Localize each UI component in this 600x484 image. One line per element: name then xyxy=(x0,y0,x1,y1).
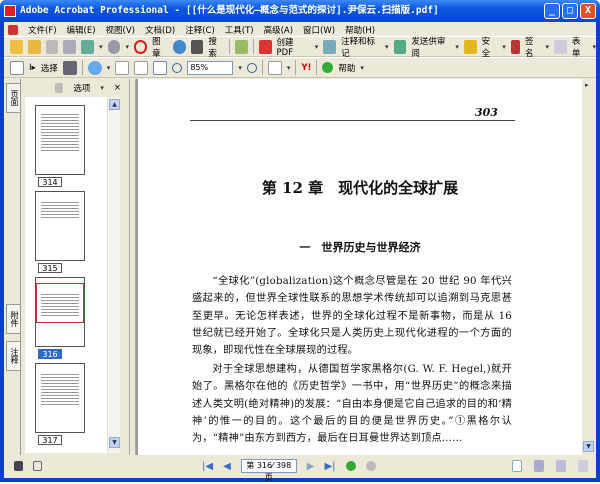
comment-markup-button[interactable]: 注释和标记 xyxy=(341,35,380,59)
search-button[interactable]: 搜索 xyxy=(208,35,224,59)
panel-splitter[interactable] xyxy=(129,79,136,455)
attach-icon[interactable] xyxy=(107,39,121,54)
first-page-button[interactable]: |◀ xyxy=(202,461,213,472)
page-number: 303 xyxy=(475,106,498,119)
review-icon xyxy=(393,39,407,54)
create-pdf-icon xyxy=(258,39,272,54)
page-size-icon[interactable] xyxy=(33,461,42,471)
rotate-view-icon[interactable] xyxy=(267,60,282,75)
yahoo-icon[interactable]: Y! xyxy=(301,63,311,73)
window-title: Adobe Acrobat Professional - [[什么是现代化—概念… xyxy=(20,5,439,16)
next-page-button[interactable]: ▶ xyxy=(307,461,315,472)
zoom-out-icon[interactable] xyxy=(172,62,183,73)
pdf-doc-icon xyxy=(8,24,18,35)
previous-page-button[interactable]: ◀ xyxy=(223,461,231,472)
main-toolbar: ▾ ▾ 图章 搜索 创建 PDF ▾ 注释和标记 ▾ 发送供审阅 ▾ 安全 ▾ 签名 ▾ … xyxy=(4,35,596,59)
tab-comments[interactable]: 注释 xyxy=(6,341,20,371)
snapshot-icon[interactable] xyxy=(62,60,77,75)
pen-icon xyxy=(510,39,520,54)
chapter-title: 第 12 章 现代化的全球扩展 xyxy=(261,179,459,197)
maximize-button[interactable]: □ xyxy=(562,3,578,19)
thumbnail-label: 317 xyxy=(38,435,62,445)
lock-icon xyxy=(463,39,477,54)
select-tool-icon: I▸ xyxy=(29,62,36,73)
web-icon[interactable] xyxy=(172,39,186,54)
thumbnail-label: 315 xyxy=(38,263,62,273)
minimize-button[interactable]: _ xyxy=(544,3,560,19)
paragraph: “全球化”(globalization)这个概念尽管是在 20 世纪 90 年代… xyxy=(192,276,512,357)
zoom-in-tool-icon[interactable] xyxy=(87,60,102,75)
close-button[interactable]: X xyxy=(580,3,596,19)
title-bar: Adobe Acrobat Professional - [[什么是现代化—概念… xyxy=(0,0,600,22)
actual-size-icon[interactable] xyxy=(115,60,130,75)
paragraph: 对于全球思想建构，从德国哲学家黑格尔(G. W. F. Hegel,)就开始了。… xyxy=(192,364,512,445)
page-layout-icon[interactable] xyxy=(14,461,23,471)
facing-icon[interactable] xyxy=(578,460,588,472)
single-page-icon[interactable] xyxy=(512,460,522,472)
help-icon xyxy=(322,62,334,73)
page-thumbnail-selected[interactable] xyxy=(35,277,85,347)
view-toolbar: I▸ 选择 ▾ 85% ▾ ▾ Y! 帮助 ▾ xyxy=(4,57,596,78)
page-number-input[interactable]: 第 316⁄ 398 页 xyxy=(240,459,297,482)
fit-width-icon[interactable] xyxy=(153,60,168,75)
pdf-page: 303 第 12 章 现代化的全球扩展 一 世界历史与世界经济 “全球化”(gl… xyxy=(140,79,580,455)
panel-close-button[interactable]: × xyxy=(114,83,121,93)
trash-icon[interactable] xyxy=(55,82,64,93)
previous-view-icon[interactable] xyxy=(345,461,356,471)
document-view: 303 第 12 章 现代化的全球扩展 一 世界历史与世界经济 “全球化”(gl… xyxy=(136,79,582,455)
thumbnail-list: 314 315 316 317 ▲ ▼ xyxy=(25,97,120,453)
zoom-in-icon[interactable] xyxy=(246,62,257,73)
select-tool-button[interactable]: 选择 xyxy=(41,62,58,74)
acrobat-window: Adobe Acrobat Professional - [[什么是现代化—概念… xyxy=(0,0,600,482)
document-scrollbar[interactable]: ▸ ▼ xyxy=(582,79,596,455)
page-thumbnail[interactable] xyxy=(35,105,85,175)
open-icon[interactable] xyxy=(10,39,23,54)
binoculars-icon xyxy=(190,39,204,54)
hand-tool-icon[interactable] xyxy=(10,60,24,75)
forms-icon xyxy=(554,39,567,54)
menu-advanced[interactable]: 高级(A) xyxy=(264,24,293,36)
tab-attachments[interactable]: 附件 xyxy=(6,304,20,334)
help-button[interactable]: 帮助 xyxy=(338,62,355,74)
next-view-icon[interactable] xyxy=(365,461,376,471)
stamp-icon xyxy=(134,39,148,54)
menu-edit[interactable]: 编辑(E) xyxy=(67,24,96,36)
last-page-button[interactable]: ▶| xyxy=(324,461,335,472)
create-pdf-button[interactable]: 创建 PDF xyxy=(277,36,310,58)
email-icon[interactable] xyxy=(81,39,95,54)
section-title: 一 世界历史与世界经济 xyxy=(299,241,421,254)
page-thumbnail[interactable] xyxy=(35,191,85,261)
navigation-tabs: 页面 附件 注释 xyxy=(4,79,21,455)
tab-pages[interactable]: 页面 xyxy=(6,83,20,113)
stamp-button[interactable]: 图章 xyxy=(152,35,168,59)
pages-panel: 选项 ▾ × 314 315 316 317 ▲ ▼ xyxy=(21,79,129,455)
comment-icon xyxy=(323,39,337,54)
thumbnail-scrollbar[interactable]: ▲ ▼ xyxy=(107,97,120,453)
forms-button[interactable]: 表单 xyxy=(572,35,588,59)
page-thumbnail[interactable] xyxy=(35,363,85,433)
menu-view[interactable]: 视图(V) xyxy=(106,24,135,36)
options-button[interactable]: 选项 xyxy=(73,82,90,94)
fit-page-icon[interactable] xyxy=(134,60,149,75)
continuous-icon[interactable] xyxy=(534,460,544,472)
facing-continuous-icon[interactable] xyxy=(556,460,566,472)
thumbnail-label: 314 xyxy=(38,177,62,187)
menu-window[interactable]: 窗口(W) xyxy=(303,24,335,36)
acrobat-icon xyxy=(4,5,16,17)
menu-tools[interactable]: 工具(T) xyxy=(225,24,254,36)
menu-file[interactable]: 文件(F) xyxy=(28,24,57,36)
image-icon[interactable] xyxy=(234,39,248,54)
zoom-input[interactable]: 85% xyxy=(187,60,234,75)
thumbnail-label: 316 xyxy=(38,349,62,359)
save-icon[interactable] xyxy=(45,39,59,54)
status-bar: |◀ ◀ 第 316⁄ 398 页 ▶ ▶| xyxy=(4,456,596,482)
sign-button[interactable]: 签名 xyxy=(525,35,541,59)
security-button[interactable]: 安全 xyxy=(482,35,498,59)
organizer-icon[interactable] xyxy=(27,39,41,54)
send-review-button[interactable]: 发送供审阅 xyxy=(411,35,450,59)
print-icon[interactable] xyxy=(63,39,77,54)
